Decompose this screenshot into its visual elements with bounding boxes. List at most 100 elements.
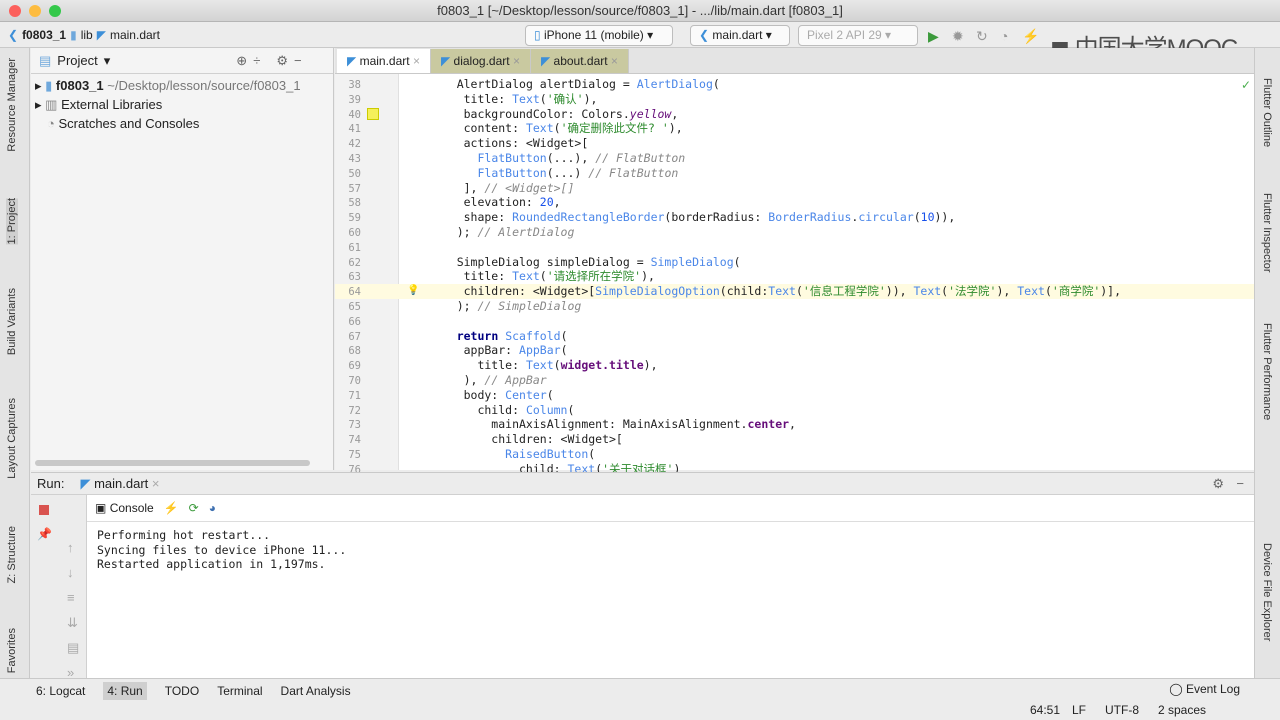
- code-token: // <Widget>[]: [484, 180, 575, 195]
- cursor-position[interactable]: 64:51: [1030, 703, 1060, 717]
- code-token: '确认': [546, 91, 584, 106]
- attach-icon[interactable]: ↻: [976, 28, 988, 45]
- flutter-icon: ❮: [699, 28, 710, 42]
- tree-item-project[interactable]: ▸ ▮ f0803_1 ~/Desktop/lesson/source/f080…: [35, 76, 333, 95]
- code-line[interactable]: 69 title: Text(widget.title),: [335, 358, 1254, 373]
- tab-project[interactable]: 1: Project: [6, 198, 18, 245]
- stop-icon[interactable]: [39, 505, 49, 515]
- devtools-icon[interactable]: ◕: [209, 501, 216, 515]
- code-line[interactable]: 73 mainAxisAlignment: MainAxisAlignment.…: [335, 417, 1254, 432]
- console-output[interactable]: Performing hot restart... Syncing files …: [87, 521, 1254, 678]
- tab-resource-manager[interactable]: Resource Manager: [6, 58, 18, 152]
- breadcrumb-project[interactable]: f0803_1: [22, 28, 66, 42]
- close-window-button[interactable]: [9, 5, 21, 17]
- code-line[interactable]: 60 ); // AlertDialog: [335, 225, 1254, 240]
- tab-device-file-explorer[interactable]: Device File Explorer: [1261, 543, 1273, 641]
- tab-build-variants[interactable]: Build Variants: [6, 288, 18, 355]
- tab-terminal[interactable]: Terminal: [217, 684, 262, 698]
- emulator-selector[interactable]: Pixel 2 API 29 ▾: [798, 25, 918, 46]
- code-token: (: [913, 210, 921, 225]
- tab-favorites[interactable]: Favorites: [6, 628, 18, 673]
- code-token: RaisedButton: [505, 446, 589, 461]
- hide-icon[interactable]: −: [1236, 476, 1244, 491]
- code-line[interactable]: 43 FlatButton(...), // FlatButton: [335, 151, 1254, 166]
- tab-flutter-performance[interactable]: Flutter Performance: [1261, 323, 1273, 420]
- tab-structure[interactable]: Z: Structure: [6, 526, 18, 583]
- code-token: (: [560, 328, 568, 343]
- minimize-window-button[interactable]: [29, 5, 41, 17]
- code-line[interactable]: 68 appBar: AppBar(: [335, 343, 1254, 358]
- tab-logcat[interactable]: 6: Logcat: [36, 684, 85, 698]
- tab-flutter-outline[interactable]: Flutter Outline: [1261, 78, 1273, 147]
- breadcrumb-lib[interactable]: lib: [81, 28, 93, 42]
- maximize-window-button[interactable]: [49, 5, 61, 17]
- collapse-icon[interactable]: ÷: [253, 53, 260, 68]
- event-log-button[interactable]: ◯ Event Log: [1169, 682, 1240, 696]
- code-editor[interactable]: ◤ main.dart × ◤ dialog.dart × ◤ about.da…: [335, 48, 1254, 476]
- code-token: 10: [920, 210, 935, 225]
- down-icon[interactable]: ↓: [67, 560, 79, 585]
- tab-todo[interactable]: TODO: [165, 684, 199, 698]
- code-line[interactable]: 58 elevation: 20,: [335, 195, 1254, 210]
- hide-icon[interactable]: −: [294, 53, 302, 68]
- code-line[interactable]: 65 ); // SimpleDialog: [335, 299, 1254, 314]
- print-icon[interactable]: ▤: [67, 635, 79, 660]
- tree-item-scratches[interactable]: ◔ Scratches and Consoles: [35, 114, 333, 133]
- tab-dart-analysis[interactable]: Dart Analysis: [281, 684, 351, 698]
- lightbulb-icon[interactable]: 💡: [407, 284, 419, 299]
- code-line[interactable]: 50 FlatButton(...) // FlatButton: [335, 166, 1254, 181]
- code-token: '法学院': [948, 284, 997, 299]
- hot-reload-icon[interactable]: ⚡: [1022, 28, 1039, 45]
- code-line[interactable]: 71 body: Center(: [335, 388, 1254, 403]
- console-tab[interactable]: ▣ Console: [95, 501, 154, 515]
- code-line[interactable]: 40 backgroundColor: Colors.yellow,: [335, 107, 1254, 122]
- horizontal-scrollbar[interactable]: [35, 460, 310, 466]
- tab-about-dart[interactable]: ◤ about.dart ×: [530, 49, 629, 73]
- tab-run[interactable]: 4: Run: [103, 682, 147, 700]
- scroll-to-end-icon[interactable]: ⇊: [67, 610, 79, 635]
- run-icon[interactable]: ▶: [928, 28, 939, 45]
- code-line[interactable]: 72 child: Column(: [335, 403, 1254, 418]
- code-line[interactable]: 70 ), // AppBar: [335, 373, 1254, 388]
- breadcrumb-file[interactable]: main.dart: [110, 28, 160, 42]
- code-line[interactable]: 66: [335, 314, 1254, 329]
- chevron-down-icon[interactable]: ▾: [104, 53, 111, 69]
- tree-item-external-libraries[interactable]: ▸ ▥ External Libraries: [35, 95, 333, 114]
- code-line[interactable]: 75 RaisedButton(: [335, 447, 1254, 462]
- up-icon[interactable]: ↑: [67, 535, 79, 560]
- soft-wrap-icon[interactable]: ≡: [67, 585, 79, 610]
- code-line[interactable]: 63 title: Text('请选择所在学院'),: [335, 269, 1254, 284]
- code-line[interactable]: 61: [335, 240, 1254, 255]
- run-config-selector[interactable]: ❮ main.dart ▾: [690, 25, 790, 46]
- hot-reload-icon[interactable]: ⚡: [164, 501, 179, 515]
- code-line[interactable]: 67 return Scaffold(: [335, 329, 1254, 344]
- code-line[interactable]: 41 content: Text('确定删除此文件? '),: [335, 121, 1254, 136]
- line-separator[interactable]: LF: [1072, 703, 1086, 717]
- line-number: 58: [348, 197, 361, 210]
- file-encoding[interactable]: UTF-8: [1105, 703, 1139, 717]
- indent-setting[interactable]: 2 spaces: [1158, 703, 1206, 717]
- gear-icon[interactable]: ⚙: [276, 53, 288, 69]
- code-line[interactable]: 64 children: <Widget>[SimpleDialogOption…: [335, 284, 1254, 299]
- run-config-tab[interactable]: ◤ main.dart ×: [80, 476, 159, 492]
- code-line[interactable]: 38 AlertDialog alertDialog = AlertDialog…: [335, 77, 1254, 92]
- code-line[interactable]: 62 SimpleDialog simpleDialog = SimpleDia…: [335, 255, 1254, 270]
- code-line[interactable]: 59 shape: RoundedRectangleBorder(borderR…: [335, 210, 1254, 225]
- pin-icon[interactable]: 📌: [37, 527, 52, 541]
- code-line[interactable]: 39 title: Text('确认'),: [335, 92, 1254, 107]
- debug-icon[interactable]: ✹: [952, 28, 964, 45]
- tab-dialog-dart[interactable]: ◤ dialog.dart ×: [430, 49, 531, 73]
- code-line[interactable]: 74 children: <Widget>[: [335, 432, 1254, 447]
- code-line[interactable]: 42 actions: <Widget>[: [335, 136, 1254, 151]
- code-line[interactable]: 57 ], // <Widget>[]: [335, 181, 1254, 196]
- device-selector[interactable]: ▯ iPhone 11 (mobile) ▾: [525, 25, 673, 46]
- tab-layout-captures[interactable]: Layout Captures: [6, 398, 18, 479]
- gear-icon[interactable]: ⚙: [1212, 476, 1224, 492]
- profile-icon[interactable]: ◔: [1000, 28, 1008, 44]
- project-view-selector[interactable]: Project: [57, 53, 97, 68]
- locate-icon[interactable]: ⊕: [236, 53, 247, 69]
- tab-main-dart[interactable]: ◤ main.dart ×: [337, 49, 431, 73]
- code-token: (: [553, 121, 561, 136]
- hot-restart-icon[interactable]: ⟳: [189, 501, 199, 515]
- tab-flutter-inspector[interactable]: Flutter Inspector: [1261, 193, 1273, 272]
